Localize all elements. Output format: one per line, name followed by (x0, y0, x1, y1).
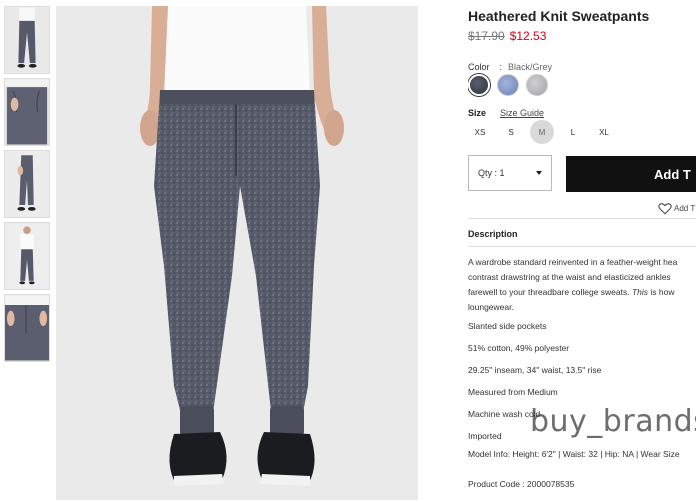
detail-item: Imported (468, 431, 502, 441)
size-option-xs[interactable]: XS (468, 120, 492, 144)
wishlist-link[interactable]: Add T (658, 202, 695, 215)
heart-icon (658, 203, 672, 215)
sale-price: $12.53 (509, 29, 547, 43)
thumbnail-4[interactable] (4, 222, 50, 290)
size-label-row: Size Size Guide (468, 108, 544, 118)
thumbnail-full-body-image (5, 223, 49, 289)
divider (468, 218, 696, 219)
thumbnail-3[interactable] (4, 150, 50, 218)
chevron-down-icon (536, 171, 542, 175)
size-options: XS S M L XL (468, 120, 623, 144)
swatch-blue[interactable] (497, 74, 519, 96)
product-title: Heathered Knit Sweatpants (468, 8, 650, 24)
product-photo (56, 6, 418, 500)
divider (468, 246, 696, 247)
wishlist-label: Add T (674, 204, 696, 213)
thumbnail-1[interactable] (4, 6, 50, 74)
thumbnail-5[interactable] (4, 294, 50, 362)
description-line: A wardrobe standard reinvented in a feat… (468, 257, 678, 267)
color-label: Color (468, 62, 490, 72)
model-info: Model Info: Height: 6'2" | Waist: 32 | H… (468, 449, 680, 459)
description-text: A wardrobe standard reinvented in a feat… (468, 255, 696, 315)
description-line: farewell to your threadbare college swea… (468, 287, 675, 297)
quantity-value: Qty : 1 (478, 168, 505, 178)
product-code: Product Code : 2000078535 (468, 479, 575, 489)
original-price: $17.90 (468, 29, 505, 43)
main-product-image[interactable] (56, 6, 418, 500)
thumbnail-list (4, 6, 50, 366)
thumbnail-side-image (5, 151, 49, 217)
size-label: Size (468, 108, 487, 118)
description-line: contrast drawstring at the waist and ela… (468, 272, 671, 282)
add-to-bag-button[interactable]: Add T (566, 156, 696, 192)
quantity-select[interactable]: Qty : 1 (468, 155, 552, 191)
description-heading: Description (468, 229, 518, 239)
emphasis-text: This (631, 287, 649, 297)
size-guide-link[interactable]: Size Guide (500, 108, 544, 118)
color-label-row: Color: Black/Grey (468, 62, 552, 72)
description-line: loungewear. (468, 302, 514, 312)
thumbnail-pocket-detail-image (5, 79, 49, 145)
swatch-black-grey[interactable] (468, 74, 490, 96)
color-swatches (468, 74, 548, 96)
size-option-l[interactable]: L (561, 120, 585, 144)
detail-item: 29.25" inseam, 34" waist, 13.5" rise (468, 365, 602, 375)
detail-item: Measured from Medium (468, 387, 558, 397)
thumbnail-front-image (5, 7, 49, 73)
detail-item: 51% cotton, 49% polyester (468, 343, 570, 353)
size-option-m[interactable]: M (530, 120, 554, 144)
price-block: $17.90 $12.53 (468, 29, 546, 43)
size-option-xl[interactable]: XL (592, 120, 616, 144)
color-value: Black/Grey (508, 62, 553, 72)
color-separator: : (499, 62, 503, 72)
size-option-s[interactable]: S (499, 120, 523, 144)
thumbnail-waist-detail-image (5, 295, 49, 361)
swatch-grey[interactable] (526, 74, 548, 96)
detail-item: Slanted side pockets (468, 321, 547, 331)
thumbnail-2[interactable] (4, 78, 50, 146)
watermark-text: buy_brands (530, 404, 696, 439)
